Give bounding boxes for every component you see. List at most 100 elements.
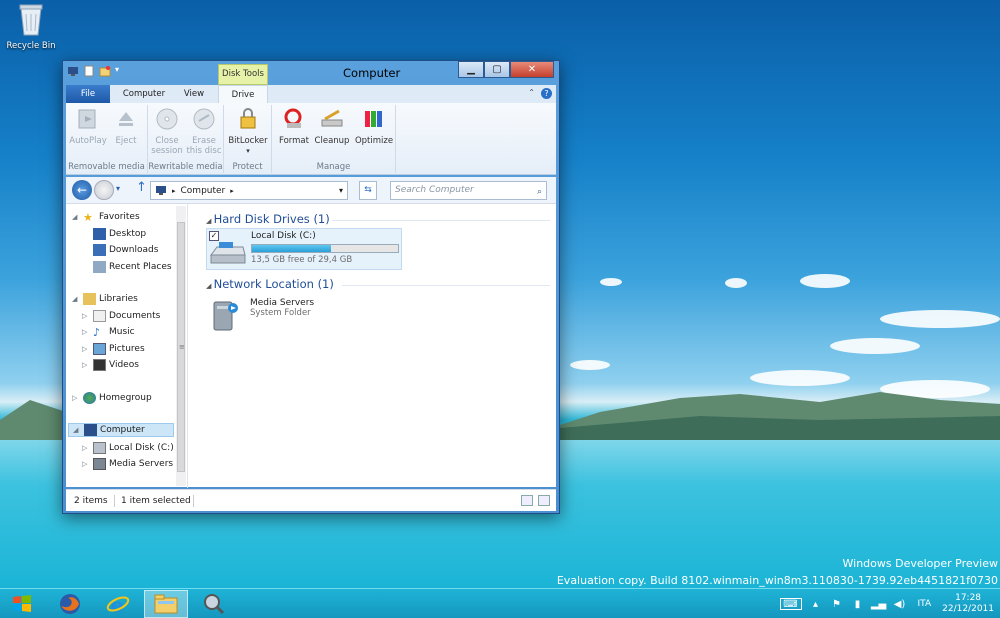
eject-button[interactable]: Eject <box>106 107 146 146</box>
optimize-button[interactable]: Optimize <box>354 107 394 146</box>
format-button[interactable]: Format <box>276 107 312 146</box>
group-label-protect: Protect <box>232 162 263 172</box>
status-bar: 2 items 1 item selected <box>66 489 556 511</box>
nav-homegroup[interactable]: ▷ Homegroup <box>72 391 152 405</box>
action-center-flag-icon[interactable]: ⚑ <box>830 598 844 610</box>
desktop-icon <box>93 228 106 240</box>
nav-desktop[interactable]: Desktop <box>82 227 146 241</box>
svg-text:e: e <box>111 593 124 616</box>
help-icon[interactable]: ? <box>541 88 552 99</box>
tab-view[interactable]: View <box>174 85 214 103</box>
address-input[interactable]: ▸ Computer ▸ ▾ <box>150 181 348 200</box>
erase-disc-button[interactable]: Erase this disc <box>185 107 223 156</box>
back-button[interactable]: ← <box>72 180 92 200</box>
breadcrumb-chevron-icon[interactable]: ▸ <box>230 187 234 195</box>
navigation-pane: ◢ ★ Favorites Desktop Downloads Recent Pla… <box>66 204 188 488</box>
refresh-button[interactable]: ⇆ <box>359 181 377 200</box>
recycle-bin[interactable]: Recycle Bin <box>4 2 58 51</box>
recycle-bin-label: Recycle Bin <box>6 41 56 51</box>
cleanup-label: Cleanup <box>314 136 350 146</box>
computer-icon <box>84 424 97 436</box>
breadcrumb-computer[interactable]: Computer <box>181 186 226 196</box>
collapse-icon: ◢ <box>206 282 214 290</box>
nav-videos[interactable]: ▷ Videos <box>82 358 139 372</box>
group-header-hard-disk-drives[interactable]: ◢ Hard Disk Drives (1) <box>206 212 330 226</box>
properties-icon[interactable] <box>83 65 95 77</box>
header-label: Network Location (1) <box>213 277 334 291</box>
close-icon: ✕ <box>527 64 537 75</box>
maximize-button[interactable]: ▢ <box>484 61 510 78</box>
view-switcher <box>521 495 550 506</box>
nav-local-disk[interactable]: ▷ Local Disk (C:) <box>82 441 174 455</box>
watermark-line1: Windows Developer Preview <box>842 557 999 570</box>
nav-pictures[interactable]: ▷ Pictures <box>82 342 145 356</box>
search-input[interactable]: Search Computer ⌕ <box>390 181 547 200</box>
nav-downloads[interactable]: Downloads <box>82 243 158 257</box>
show-hidden-icons-icon[interactable]: ▴ <box>809 598 823 610</box>
taskbar-internet-explorer[interactable]: e <box>96 590 140 618</box>
search-icon[interactable]: ⌕ <box>537 184 542 201</box>
start-button[interactable] <box>0 590 44 618</box>
ribbon-tabs: File Computer View Drive ⌃ ? <box>66 85 556 103</box>
item-media-servers[interactable]: Media Servers System Folder <box>208 298 404 338</box>
nav-label: Downloads <box>109 245 159 255</box>
recent-locations-icon[interactable]: ▾ <box>116 184 120 193</box>
nav-favorites[interactable]: ◢ ★ Favorites <box>72 210 140 224</box>
nav-media-servers[interactable]: ▷ Media Servers <box>82 457 173 471</box>
forward-button[interactable] <box>94 180 114 200</box>
close-button[interactable]: ✕ <box>510 61 554 78</box>
group-header-network-location[interactable]: ◢ Network Location (1) <box>206 277 334 291</box>
group-label-removable: Removable media <box>68 162 145 172</box>
disk-name: Local Disk (C:) <box>251 231 316 241</box>
chevron-down-icon[interactable]: ▾ <box>115 65 127 77</box>
scrollbar-thumb[interactable]: ≡ <box>177 222 185 472</box>
new-folder-icon[interactable] <box>99 65 111 77</box>
item-checkbox[interactable]: ✓ <box>209 231 219 241</box>
tab-drive[interactable]: Drive <box>218 85 268 103</box>
power-icon[interactable]: ▮ <box>851 598 865 610</box>
nav-computer[interactable]: ◢ Computer <box>68 423 174 437</box>
tab-computer[interactable]: Computer <box>116 85 172 103</box>
bitlocker-button[interactable]: BitLocker ▾ <box>228 107 268 156</box>
context-tab-disk-tools: Disk Tools <box>218 64 268 85</box>
network-signal-icon[interactable]: ▂▄ <box>871 598 886 610</box>
nav-label: Libraries <box>99 294 138 304</box>
input-language[interactable]: ITA <box>918 599 932 609</box>
close-session-button[interactable]: Close session <box>148 107 186 156</box>
tab-file[interactable]: File <box>66 85 110 103</box>
autoplay-button[interactable]: AutoPlay <box>68 107 108 146</box>
recent-places-icon <box>93 261 106 273</box>
details-view-icon[interactable] <box>521 495 533 506</box>
item-local-disk[interactable]: ✓ Local Disk (C:) 13,5 GB free of 29,4 G… <box>206 228 402 270</box>
taskbar-network-tool[interactable] <box>192 590 236 618</box>
recycle-bin-icon <box>19 4 43 36</box>
chevron-down-icon: ▾ <box>246 147 250 155</box>
nav-recent-places[interactable]: Recent Places <box>82 260 172 274</box>
nav-scrollbar[interactable]: ≡ <box>176 206 186 486</box>
large-icons-view-icon[interactable] <box>538 495 550 506</box>
volume-icon[interactable]: ◀) <box>893 598 907 610</box>
group-manage: Format Cleanup Optimize Manage <box>272 105 396 173</box>
title-bar[interactable]: ▾ Disk Tools Computer ▁ ▢ ✕ <box>63 61 559 85</box>
refresh-icon: ⇆ <box>364 185 372 195</box>
taskbar-firefox[interactable] <box>48 590 92 618</box>
taskbar-file-explorer[interactable] <box>144 590 188 618</box>
autoplay-icon <box>78 109 96 129</box>
nav-libraries[interactable]: ◢ Libraries <box>72 292 138 306</box>
pictures-icon <box>93 343 106 355</box>
nav-music[interactable]: ▷ ♪ Music <box>82 325 135 339</box>
minimize-button[interactable]: ▁ <box>458 61 484 78</box>
nav-label: Media Servers <box>109 459 174 469</box>
clock[interactable]: 17:28 22/12/2011 <box>942 593 994 615</box>
internet-explorer-icon: e <box>106 593 130 616</box>
touch-keyboard-icon[interactable]: ⌨ <box>779 598 802 610</box>
status-selected-count: 1 item selected <box>121 496 191 506</box>
address-dropdown-icon[interactable]: ▾ <box>339 186 343 195</box>
media-server-type: System Folder <box>250 308 311 318</box>
minimize-ribbon-icon[interactable]: ⌃ <box>528 88 535 99</box>
optimize-icon <box>365 111 382 127</box>
up-arrow-icon[interactable]: ↑ <box>136 180 147 195</box>
cleanup-button[interactable]: Cleanup <box>312 107 352 146</box>
navigation-bar: ← ▾ ↑ ▸ Computer ▸ ▾ ⇆ Search Computer ⌕ <box>66 177 556 203</box>
nav-documents[interactable]: ▷ Documents <box>82 309 160 323</box>
